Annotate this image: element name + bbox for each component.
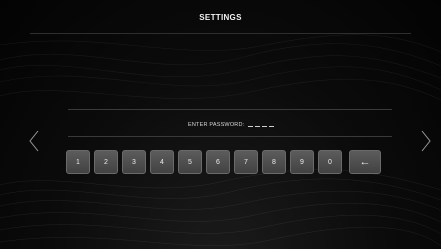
header-divider: [30, 33, 411, 34]
password-slot: [248, 126, 254, 127]
password-slot: [255, 126, 261, 127]
key-4[interactable]: 4: [150, 150, 174, 174]
password-divider-top: [68, 109, 392, 110]
backspace-arrow-icon: ←: [359, 156, 371, 168]
chevron-right-icon[interactable]: [420, 130, 432, 152]
password-slot: [269, 126, 275, 127]
page-title: SETTINGS: [199, 13, 242, 22]
password-label: ENTER PASSWORD:: [188, 122, 245, 128]
password-field[interactable]: ENTER PASSWORD:: [188, 119, 275, 131]
key-0[interactable]: 0: [318, 150, 342, 174]
key-9[interactable]: 9: [290, 150, 314, 174]
backspace-button[interactable]: ←: [349, 150, 381, 174]
password-slots: [248, 126, 275, 127]
key-6[interactable]: 6: [206, 150, 230, 174]
password-divider-bottom: [68, 136, 392, 137]
key-1[interactable]: 1: [66, 150, 90, 174]
key-3[interactable]: 3: [122, 150, 146, 174]
chevron-left-icon[interactable]: [28, 130, 40, 152]
key-2[interactable]: 2: [94, 150, 118, 174]
key-5[interactable]: 5: [178, 150, 202, 174]
key-7[interactable]: 7: [234, 150, 258, 174]
key-8[interactable]: 8: [262, 150, 286, 174]
settings-screen: SETTINGS ENTER PASSWORD: 1 2 3 4 5 6 7 8…: [0, 0, 441, 249]
numeric-keypad: 1 2 3 4 5 6 7 8 9 0 ←: [66, 150, 381, 174]
password-slot: [262, 126, 268, 127]
